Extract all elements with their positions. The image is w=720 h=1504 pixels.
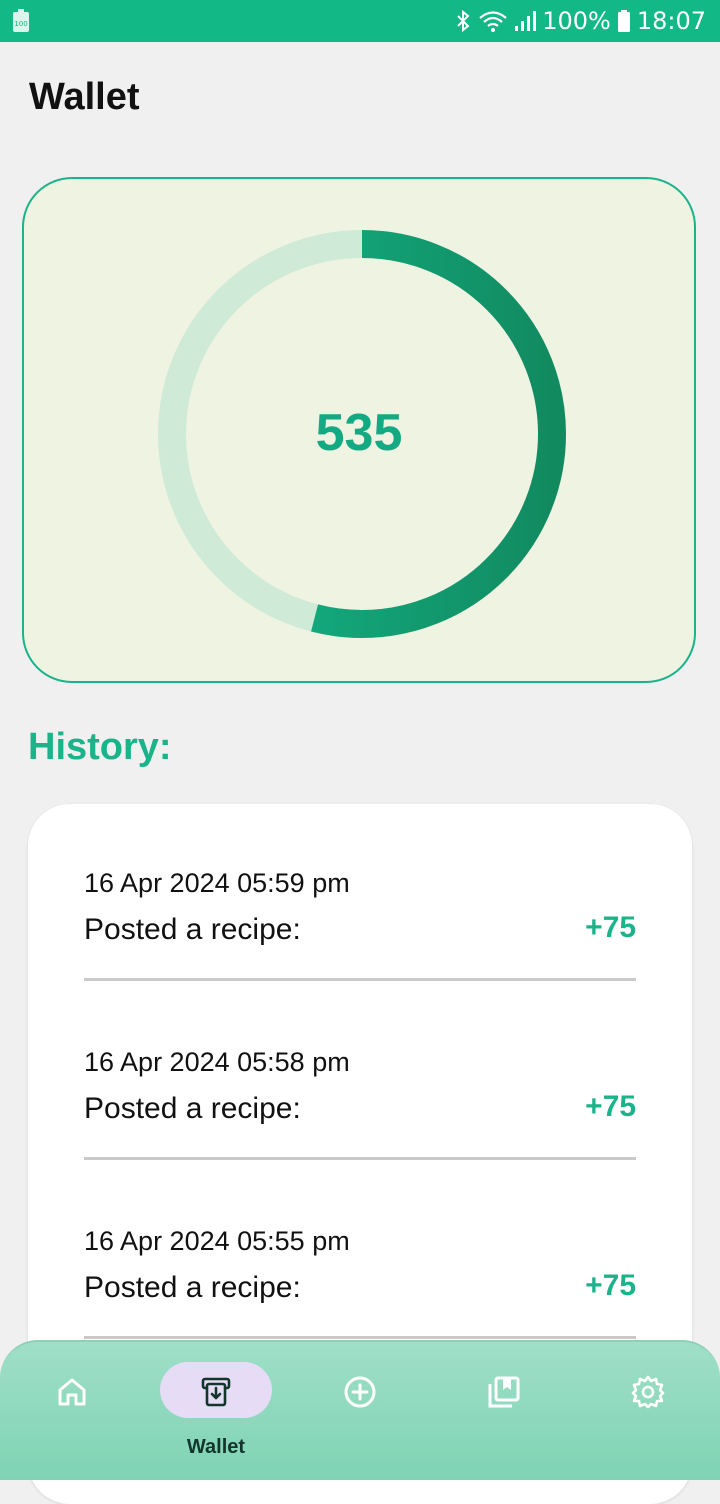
page-title: Wallet: [29, 76, 140, 118]
history-item-date: 16 Apr 2024 05:59 pm: [84, 868, 350, 898]
settings-gear-icon: [630, 1374, 666, 1410]
history-item-amount: +75: [585, 1269, 636, 1302]
add-circle-icon: [342, 1374, 378, 1410]
history-item-date: 16 Apr 2024 05:55 pm: [84, 1226, 350, 1256]
signal-icon: [514, 9, 537, 33]
bottom-navigation: Wallet: [0, 1340, 720, 1480]
bluetooth-icon: [454, 9, 472, 33]
history-item-description: Posted a recipe:: [84, 913, 301, 946]
wifi-icon: [478, 9, 508, 33]
divider: [84, 978, 636, 981]
history-item-description: Posted a recipe:: [84, 1092, 301, 1125]
bookmark-collection-icon: [486, 1374, 522, 1410]
history-heading: History:: [28, 726, 172, 768]
nav-item-home[interactable]: [16, 1362, 128, 1462]
clock: 18:07: [636, 7, 706, 35]
battery-small-icon: 100: [12, 9, 32, 33]
nav-label-wallet: Wallet: [186, 1436, 246, 1458]
home-icon: [54, 1374, 90, 1410]
status-indicators: 100% 18:07: [454, 0, 706, 42]
wallet-icon: [198, 1374, 234, 1410]
history-item-date: 16 Apr 2024 05:58 pm: [84, 1047, 350, 1077]
nav-item-add[interactable]: [304, 1362, 416, 1462]
status-bar: 100 100% 18:07: [0, 0, 720, 42]
divider: [84, 1157, 636, 1160]
history-item[interactable]: 16 Apr 2024 05:59 pm Posted a recipe: +7…: [84, 868, 636, 1008]
nav-item-wallet[interactable]: Wallet: [160, 1362, 272, 1462]
battery-percent: 100%: [542, 7, 611, 35]
history-item-amount: +75: [585, 1090, 636, 1123]
battery-icon: [617, 9, 631, 33]
balance-value: 535: [315, 404, 403, 462]
nav-item-settings[interactable]: [592, 1362, 704, 1462]
history-item-amount: +75: [585, 911, 636, 944]
history-item[interactable]: 16 Apr 2024 05:58 pm Posted a recipe: +7…: [84, 1047, 636, 1187]
nav-item-saved[interactable]: [448, 1362, 560, 1462]
balance-card: 535: [22, 177, 696, 683]
svg-text:100: 100: [14, 20, 27, 28]
divider: [84, 1336, 636, 1339]
history-item-description: Posted a recipe:: [84, 1271, 301, 1304]
